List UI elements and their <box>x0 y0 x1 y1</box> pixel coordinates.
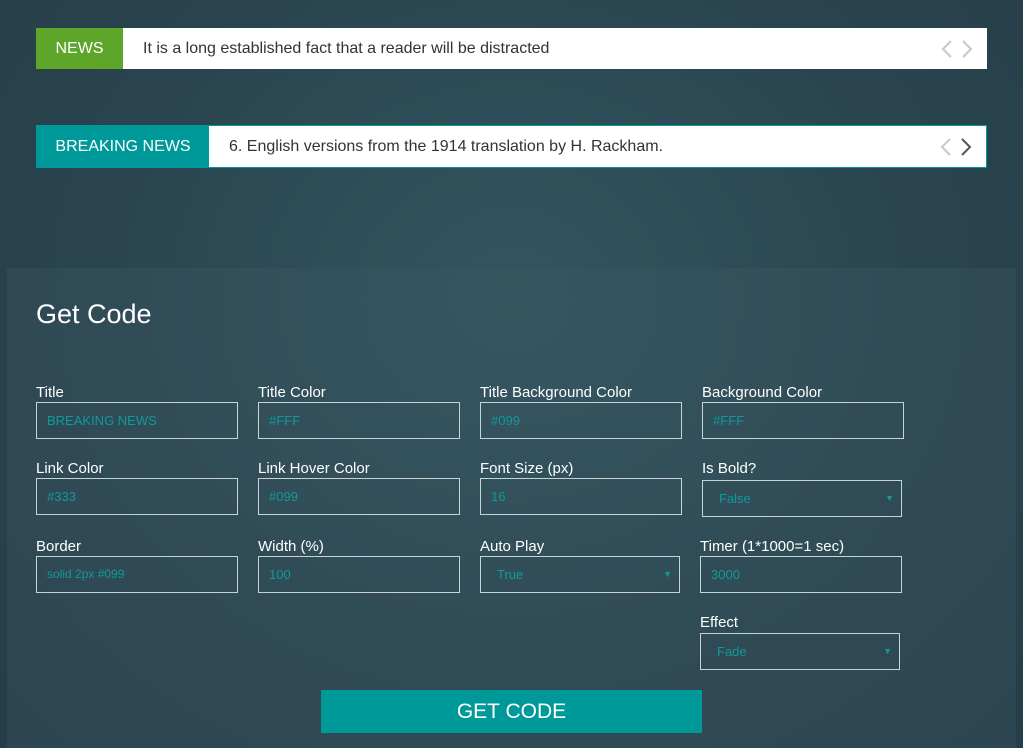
width-field: Width (%) 100 <box>258 538 460 593</box>
auto-play-select[interactable]: True ▼ <box>480 556 680 593</box>
title-input[interactable]: BREAKING NEWS <box>36 402 238 439</box>
news-ticker-label: NEWS <box>36 28 123 69</box>
caret-down-icon: ▼ <box>663 569 672 579</box>
chevron-right-icon[interactable] <box>960 137 972 157</box>
title-field-label: Title <box>36 384 64 401</box>
is-bold-select[interactable]: False ▼ <box>702 480 902 517</box>
breaking-news-label: BREAKING NEWS <box>37 126 209 167</box>
link-hover-color-field: Link Hover Color #099 <box>258 460 460 515</box>
title-color-label: Title Color <box>258 384 326 401</box>
border-field: Border solid 2px #099 <box>36 538 238 593</box>
chevron-left-icon[interactable] <box>941 39 953 59</box>
bg-color-label: Background Color <box>702 384 823 401</box>
border-input[interactable]: solid 2px #099 <box>36 556 238 593</box>
panel-heading: Get Code <box>36 299 152 329</box>
auto-play-value: True <box>497 567 524 582</box>
link-hover-color-input[interactable]: #099 <box>258 478 460 515</box>
title-color-input[interactable]: #FFF <box>258 402 460 439</box>
timer-field: Timer (1*1000=1 sec) 3000 <box>700 538 902 593</box>
breaking-news-text[interactable]: 6. English versions from the 1914 transl… <box>209 126 940 167</box>
news-ticker: NEWS It is a long established fact that … <box>36 28 987 69</box>
get-code-button[interactable]: GET CODE <box>321 690 702 733</box>
font-size-field: Font Size (px) 16 <box>480 460 682 515</box>
is-bold-field: Is Bold? False ▼ <box>702 460 902 517</box>
news-ticker-nav <box>941 28 987 69</box>
breaking-news-nav <box>940 126 986 167</box>
title-color-field: Title Color #FFF <box>258 384 460 439</box>
width-label: Width (%) <box>258 538 324 555</box>
bg-color-field: Background Color #FFF <box>702 384 904 439</box>
auto-play-label: Auto Play <box>480 538 545 555</box>
bg-color-input[interactable]: #FFF <box>702 402 904 439</box>
is-bold-label: Is Bold? <box>702 460 757 477</box>
font-size-input[interactable]: 16 <box>480 478 682 515</box>
border-label: Border <box>36 538 82 555</box>
breaking-news-ticker: BREAKING NEWS 6. English versions from t… <box>36 125 987 168</box>
title-bg-color-field: Title Background Color #099 <box>480 384 682 439</box>
is-bold-value: False <box>719 491 751 506</box>
link-hover-color-label: Link Hover Color <box>258 460 370 477</box>
timer-input[interactable]: 3000 <box>700 556 902 593</box>
caret-down-icon: ▼ <box>883 646 892 656</box>
chevron-right-icon[interactable] <box>961 39 973 59</box>
caret-down-icon: ▼ <box>885 493 894 503</box>
title-bg-color-label: Title Background Color <box>480 384 633 401</box>
chevron-left-icon[interactable] <box>940 137 952 157</box>
width-input[interactable]: 100 <box>258 556 460 593</box>
timer-label: Timer (1*1000=1 sec) <box>700 538 845 555</box>
get-code-panel: Get Code Title BREAKING NEWS Title Color… <box>7 268 1016 748</box>
effect-field: Effect Fade ▼ <box>700 614 900 670</box>
auto-play-field: Auto Play True ▼ <box>480 538 680 593</box>
link-color-field: Link Color #333 <box>36 460 238 515</box>
effect-select[interactable]: Fade ▼ <box>700 633 900 670</box>
effect-label: Effect <box>700 614 739 631</box>
effect-value: Fade <box>717 644 747 659</box>
title-bg-color-input[interactable]: #099 <box>480 402 682 439</box>
news-ticker-text[interactable]: It is a long established fact that a rea… <box>123 28 941 69</box>
link-color-input[interactable]: #333 <box>36 478 238 515</box>
font-size-label: Font Size (px) <box>480 460 574 477</box>
title-field: Title BREAKING NEWS <box>36 384 238 439</box>
link-color-label: Link Color <box>36 460 104 477</box>
